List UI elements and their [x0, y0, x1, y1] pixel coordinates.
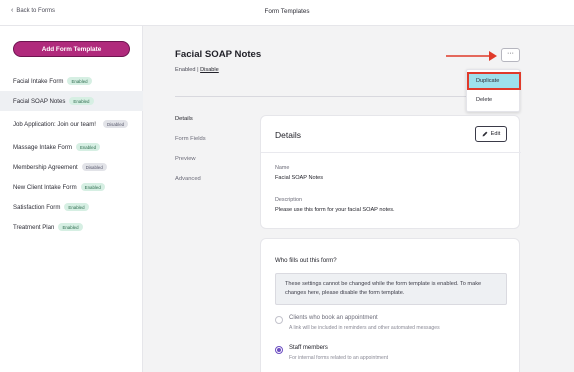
card-divider: [261, 152, 521, 153]
sidebar-item-facial-intake-form[interactable]: Facial Intake Form Enabled: [0, 71, 143, 91]
page-title: Form Templates: [264, 8, 310, 15]
option-clients: Clients who book an appointment A link w…: [275, 315, 440, 331]
sidebar-item-membership-agreement[interactable]: Membership Agreement Disabled: [0, 157, 143, 177]
pencil-icon: [482, 131, 488, 137]
more-options-button[interactable]: ···: [501, 48, 520, 62]
details-title: Details: [275, 130, 301, 140]
form-status-line: Enabled | Disable: [175, 67, 219, 73]
option-label: Staff members: [289, 345, 328, 351]
sidebar-item-job-application[interactable]: Job Application: Join our team! Disabled: [0, 111, 143, 137]
delete-menu-item[interactable]: Delete: [467, 95, 521, 105]
name-label: Name: [275, 165, 290, 171]
option-description: For internal forms related to an appoint…: [289, 355, 389, 361]
tab-form-fields[interactable]: Form Fields: [175, 136, 206, 142]
sidebar-item-massage-intake-form[interactable]: Massage Intake Form Enabled: [0, 137, 143, 157]
sidebar-item-new-client-intake-form[interactable]: New Client Intake Form Enabled: [0, 177, 143, 197]
sidebar-item-facial-soap-notes[interactable]: Facial SOAP Notes Enabled: [0, 91, 143, 111]
form-title: Facial SOAP Notes: [175, 49, 262, 60]
sidebar-item-label: New Client Intake Form: [13, 183, 77, 191]
duplicate-menu-item[interactable]: Duplicate: [467, 72, 521, 90]
annotation-arrow-icon: [446, 51, 497, 61]
filler-question: Who fills out this form?: [275, 257, 337, 264]
status-badge: Enabled: [69, 97, 94, 105]
sidebar-item-label: Membership Agreement: [13, 163, 78, 171]
sidebar-item-label: Treatment Plan: [13, 223, 55, 231]
form-template-list: Facial Intake Form Enabled Facial SOAP N…: [0, 71, 143, 237]
staff-radio[interactable]: [275, 346, 283, 354]
disable-link[interactable]: Disable: [200, 67, 219, 73]
locked-settings-notice: These settings cannot be changed while t…: [275, 273, 507, 305]
sidebar-item-label: Facial Intake Form: [13, 77, 64, 85]
sidebar-item-label: Massage Intake Form: [13, 143, 72, 151]
sidebar-item-label: Satisfaction Form: [13, 203, 61, 211]
more-options-menu: Duplicate Delete: [466, 69, 521, 112]
status-badge: Enabled: [80, 183, 105, 191]
form-filler-card: Who fills out this form? These settings …: [260, 238, 520, 372]
description-value: Please use this form for your facial SOA…: [275, 207, 395, 213]
option-staff: Staff members For internal forms related…: [275, 345, 388, 361]
status-badge: Enabled: [75, 143, 101, 151]
sidebar-item-satisfaction-form[interactable]: Satisfaction Form Enabled: [0, 197, 143, 217]
form-status: Enabled: [175, 67, 196, 73]
sidebar-item-treatment-plan[interactable]: Treatment Plan Enabled: [0, 217, 143, 237]
sidebar-item-label: Job Application: Join our team!: [13, 120, 96, 128]
top-bar: ‹ Back to Forms Form Templates: [0, 0, 574, 26]
status-badge: Enabled: [67, 77, 92, 85]
status-badge: Enabled: [58, 223, 83, 231]
sidebar: Add Form Template Facial Intake Form Ena…: [0, 26, 143, 372]
add-form-template-button[interactable]: Add Form Template: [13, 41, 130, 57]
name-value: Facial SOAP Notes: [275, 175, 324, 181]
description-label: Description: [275, 197, 302, 203]
status-badge: Enabled: [64, 203, 89, 211]
option-description: A link will be included in reminders and…: [289, 325, 440, 331]
clients-radio[interactable]: [275, 316, 283, 324]
edit-button-label: Edit: [490, 131, 501, 137]
tab-preview[interactable]: Preview: [175, 156, 196, 162]
sidebar-item-label: Facial SOAP Notes: [13, 97, 66, 105]
details-card: Details Edit Name Facial SOAP Notes Desc…: [260, 115, 521, 229]
edit-button[interactable]: Edit: [475, 126, 507, 142]
status-badge: Disabled: [103, 120, 129, 128]
option-label: Clients who book an appointment: [289, 315, 378, 321]
tab-details[interactable]: Details: [175, 116, 193, 122]
tab-advanced[interactable]: Advanced: [175, 176, 201, 182]
status-badge: Disabled: [81, 163, 107, 171]
status-separator: |: [197, 67, 199, 73]
